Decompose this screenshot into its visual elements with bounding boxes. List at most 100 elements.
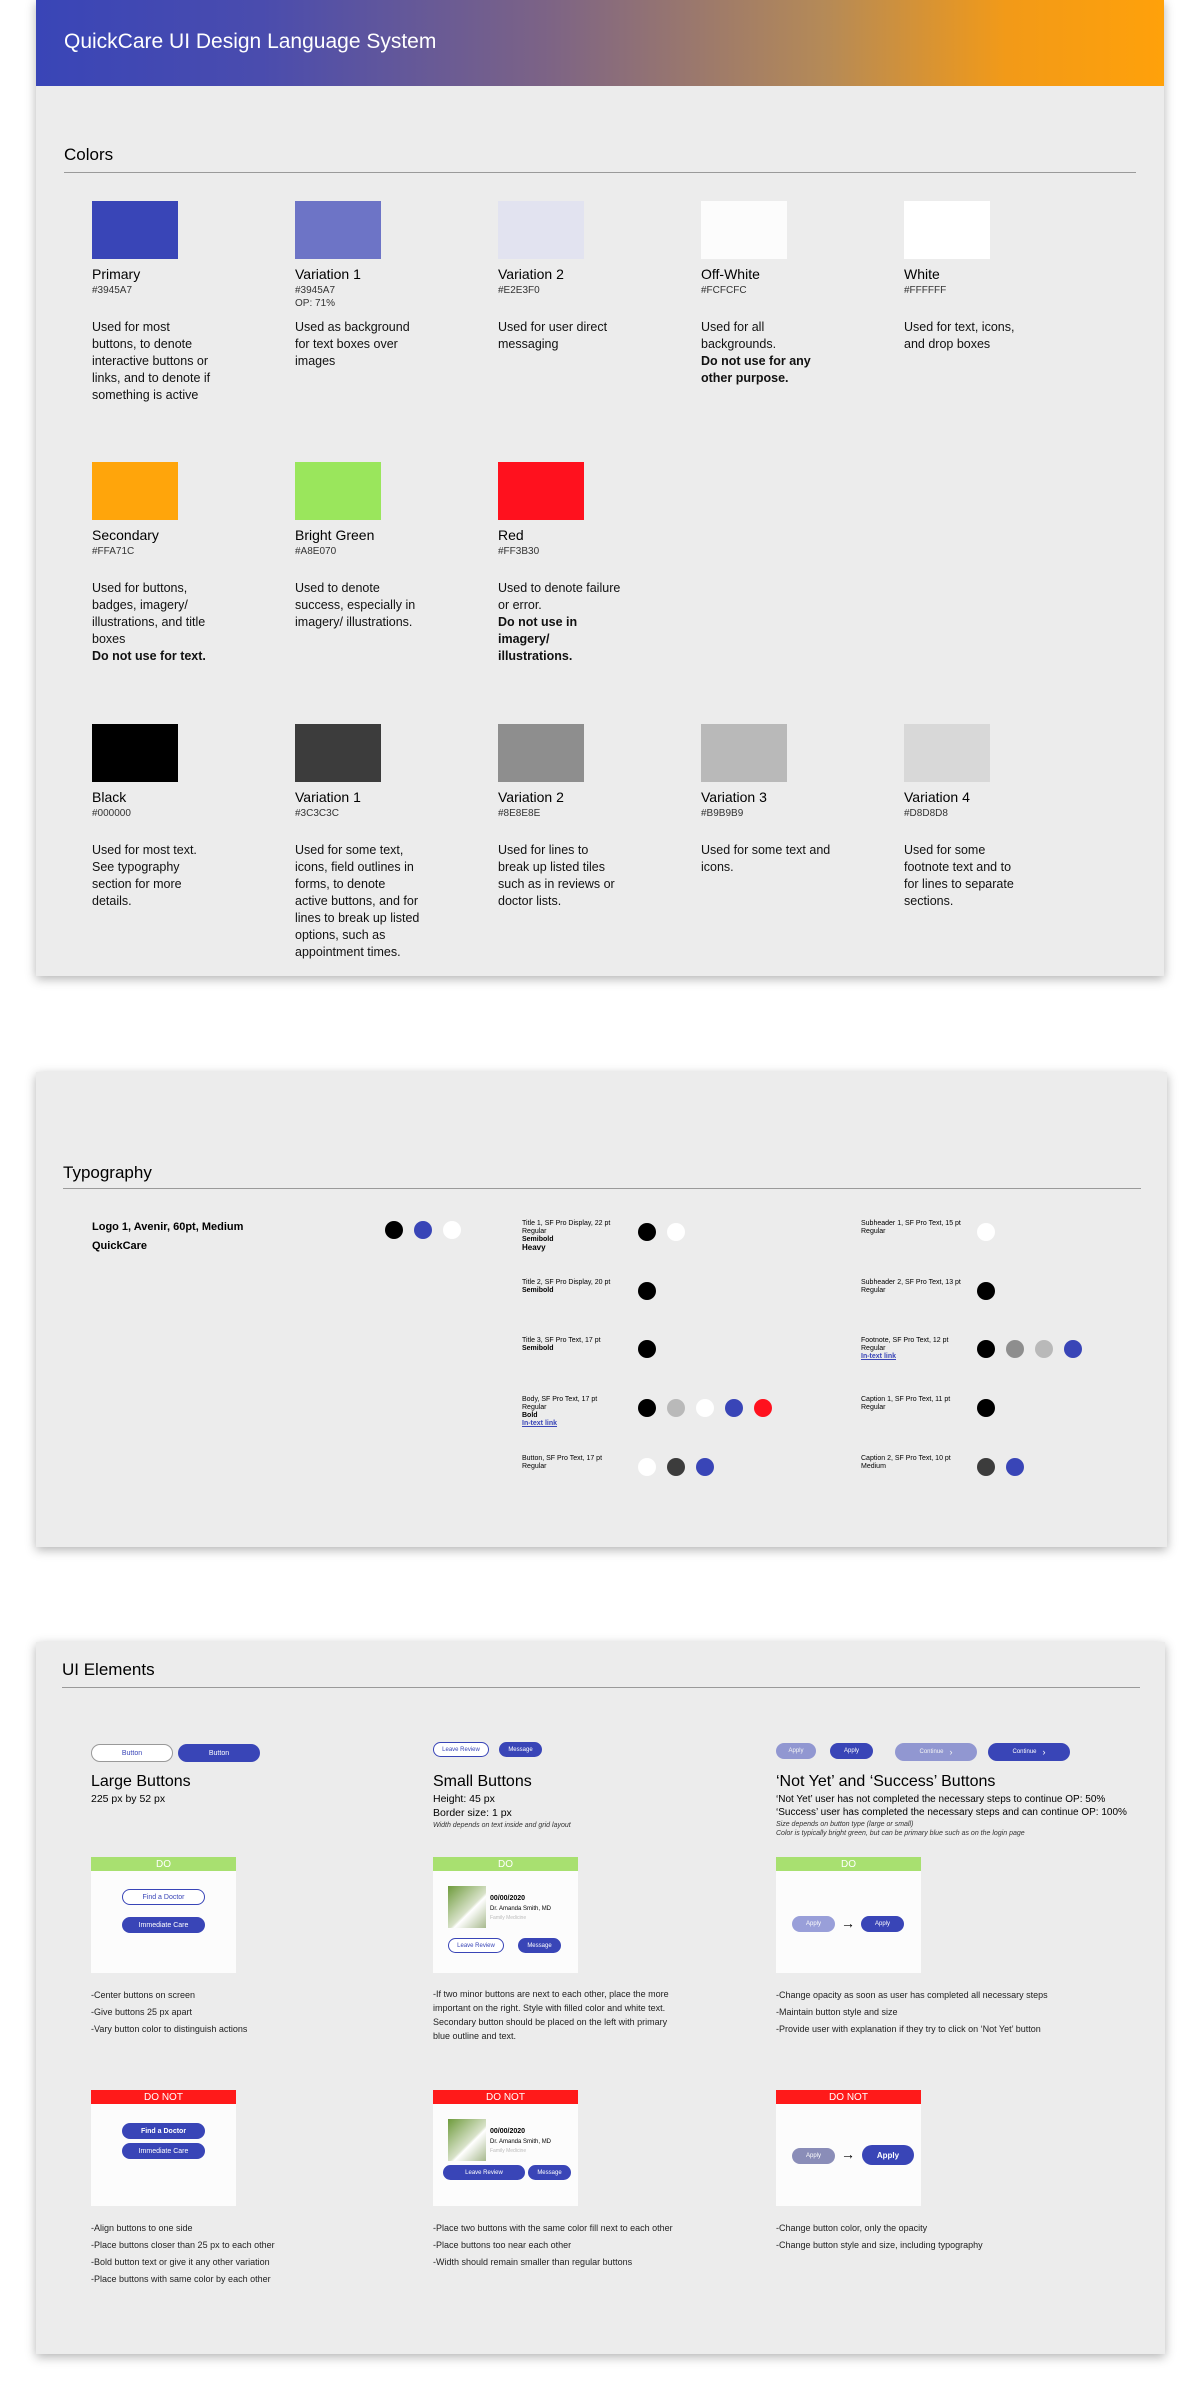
message-button[interactable]: Message bbox=[499, 1742, 542, 1757]
color-usage: Used for some footnote text and to for l… bbox=[904, 843, 1014, 908]
colors-title: Colors bbox=[64, 145, 114, 164]
color-name: Off-White bbox=[701, 266, 760, 282]
color-dot bbox=[696, 1458, 714, 1476]
color-usage: Used to denote success, especially in im… bbox=[295, 581, 416, 629]
color-description: Used for most text. See typography secti… bbox=[92, 842, 217, 910]
large-button-outline[interactable]: Button bbox=[91, 1744, 173, 1762]
leave-review-button[interactable]: Leave Review bbox=[443, 2165, 525, 2180]
do-label: DO bbox=[776, 1857, 921, 1871]
small-do-guidelines: -If two minor buttons are next to each o… bbox=[433, 1987, 683, 2043]
continue-not-yet-button[interactable]: Continue › bbox=[895, 1743, 977, 1761]
color-dot bbox=[725, 1399, 743, 1417]
color-hex: #FF3B30 bbox=[498, 546, 540, 557]
color-dot bbox=[638, 1282, 656, 1300]
color-swatch bbox=[904, 724, 990, 782]
color-description: Used for text, icons, and drop boxes bbox=[904, 319, 1029, 353]
color-description: Used as background for text boxes over i… bbox=[295, 319, 420, 370]
color-restriction: Do not use for text. bbox=[92, 649, 206, 663]
color-hex: #3C3C3C bbox=[295, 808, 339, 819]
message-button[interactable]: Message bbox=[528, 2165, 571, 2180]
type-spec-l2: Regular bbox=[522, 1404, 547, 1411]
apply-success-button[interactable]: Apply bbox=[861, 1916, 904, 1932]
type-spec-l1: Subheader 1, SF Pro Text, 15 pt bbox=[861, 1220, 961, 1227]
message-button[interactable]: Message bbox=[518, 1938, 561, 1953]
typography-title: Typography bbox=[63, 1163, 152, 1182]
find-doctor-button[interactable]: Find a Doctor bbox=[122, 1889, 205, 1905]
color-swatch bbox=[295, 201, 381, 259]
color-description: Used for all backgrounds. Do not use for … bbox=[701, 319, 841, 387]
color-dot bbox=[638, 1223, 656, 1241]
color-swatch bbox=[701, 724, 787, 782]
guideline-item: -Center buttons on screen bbox=[91, 1990, 196, 2000]
apply-not-yet-button[interactable]: Apply bbox=[792, 2148, 835, 2164]
state-color-note: Color is typically bright green, but can… bbox=[776, 1830, 1025, 1837]
type-spec-l1: Title 3, SF Pro Text, 17 pt bbox=[522, 1337, 601, 1344]
typography-divider bbox=[63, 1188, 1141, 1189]
do-label: DO bbox=[433, 1857, 578, 1871]
find-doctor-button[interactable]: Find a Doctor bbox=[122, 2123, 205, 2139]
color-description: Used for some footnote text and to for l… bbox=[904, 842, 1029, 910]
color-name: Black bbox=[92, 789, 127, 805]
guideline-item: -Provide user with explanation if they t… bbox=[776, 2024, 1041, 2034]
logo-spec-label: Logo 1, Avenir, 60pt, Medium bbox=[92, 1221, 244, 1233]
ui-divider bbox=[62, 1687, 1140, 1688]
continue-success-button[interactable]: Continue › bbox=[988, 1743, 1070, 1761]
large-dont-panel: DO NOT Find a Doctor Immediate Care bbox=[91, 2090, 236, 2206]
color-hex: #000000 bbox=[92, 808, 131, 819]
apply-success-button[interactable]: Apply bbox=[862, 2145, 914, 2165]
type-spec-l4: In-text link bbox=[522, 1420, 558, 1427]
color-hex: #B9B9B9 bbox=[701, 808, 744, 819]
dont-label: DO NOT bbox=[91, 2090, 236, 2104]
color-usage: Used for most text. See typography secti… bbox=[92, 843, 197, 908]
small-do-panel: DO 00/00/2020 Dr. Amanda Smith, MD Famil… bbox=[433, 1857, 578, 1973]
color-usage: Used for lines to break up listed tiles … bbox=[498, 843, 615, 908]
apply-not-yet-button[interactable]: Apply bbox=[776, 1743, 816, 1759]
immediate-care-button[interactable]: Immediate Care bbox=[122, 1917, 205, 1933]
type-spec-l1: Footnote, SF Pro Text, 12 pt bbox=[861, 1337, 949, 1344]
apply-not-yet-button[interactable]: Apply bbox=[792, 1916, 835, 1932]
color-hex: #FCFCFC bbox=[701, 285, 747, 296]
guideline-item: -Place two buttons with the same color f… bbox=[433, 2223, 673, 2233]
color-usage: Used for all backgrounds. bbox=[701, 320, 777, 351]
state-buttons-heading: ‘Not Yet’ and ‘Success’ Buttons bbox=[776, 1773, 996, 1790]
color-swatch bbox=[498, 724, 584, 782]
small-dont-guidelines: -Place two buttons with the same color f… bbox=[433, 2220, 733, 2271]
apply-success-button[interactable]: Apply bbox=[830, 1743, 873, 1759]
guideline-item: -Maintain button style and size bbox=[776, 2007, 898, 2017]
state-dont-panel: DO NOT Apply → Apply bbox=[776, 2090, 921, 2206]
immediate-care-button[interactable]: Immediate Care bbox=[122, 2143, 205, 2159]
page-title: QuickCare UI Design Language System bbox=[64, 30, 437, 53]
color-swatch bbox=[295, 462, 381, 520]
large-buttons-size: 225 px by 52 px bbox=[91, 1793, 166, 1805]
leave-review-button[interactable]: Leave Review bbox=[448, 1938, 504, 1953]
color-swatch bbox=[92, 201, 178, 259]
color-dot bbox=[638, 1340, 656, 1358]
continue-label: Continue bbox=[919, 1749, 944, 1755]
type-spec-l2: Semibold bbox=[522, 1345, 554, 1352]
color-dot bbox=[754, 1399, 772, 1417]
success-description: ‘Success’ user has completed the necessa… bbox=[776, 1807, 1127, 1818]
arrow-right-icon: → bbox=[841, 2146, 855, 2162]
small-buttons-height: Height: 45 px bbox=[433, 1793, 495, 1805]
color-dot bbox=[638, 1458, 656, 1476]
color-dot bbox=[696, 1399, 714, 1417]
color-dot bbox=[977, 1282, 995, 1300]
chevron-right-icon: › bbox=[1042, 1747, 1046, 1757]
color-dot bbox=[385, 1221, 403, 1239]
color-name: Variation 1 bbox=[295, 266, 361, 282]
guideline-item: -Give buttons 25 px apart bbox=[91, 2007, 193, 2017]
large-button-filled[interactable]: Button bbox=[178, 1744, 260, 1762]
dont-label: DO NOT bbox=[433, 2090, 578, 2104]
guideline-item: -Vary button color to distinguish action… bbox=[91, 2024, 248, 2034]
color-usage: Used for some text and icons. bbox=[701, 843, 831, 874]
leave-review-button[interactable]: Leave Review bbox=[433, 1742, 489, 1757]
chevron-right-icon: › bbox=[949, 1747, 953, 1757]
doctor-photo bbox=[448, 1886, 486, 1928]
color-name: Bright Green bbox=[295, 527, 375, 543]
type-spec-l2: Regular bbox=[861, 1345, 886, 1352]
type-spec-l2: Regular bbox=[861, 1287, 886, 1294]
color-swatch bbox=[498, 201, 584, 259]
type-spec-l2: Regular bbox=[522, 1228, 547, 1235]
color-hex: #3945A7 bbox=[92, 285, 133, 296]
color-description: Used for buttons, badges, imagery/ illus… bbox=[92, 580, 217, 665]
